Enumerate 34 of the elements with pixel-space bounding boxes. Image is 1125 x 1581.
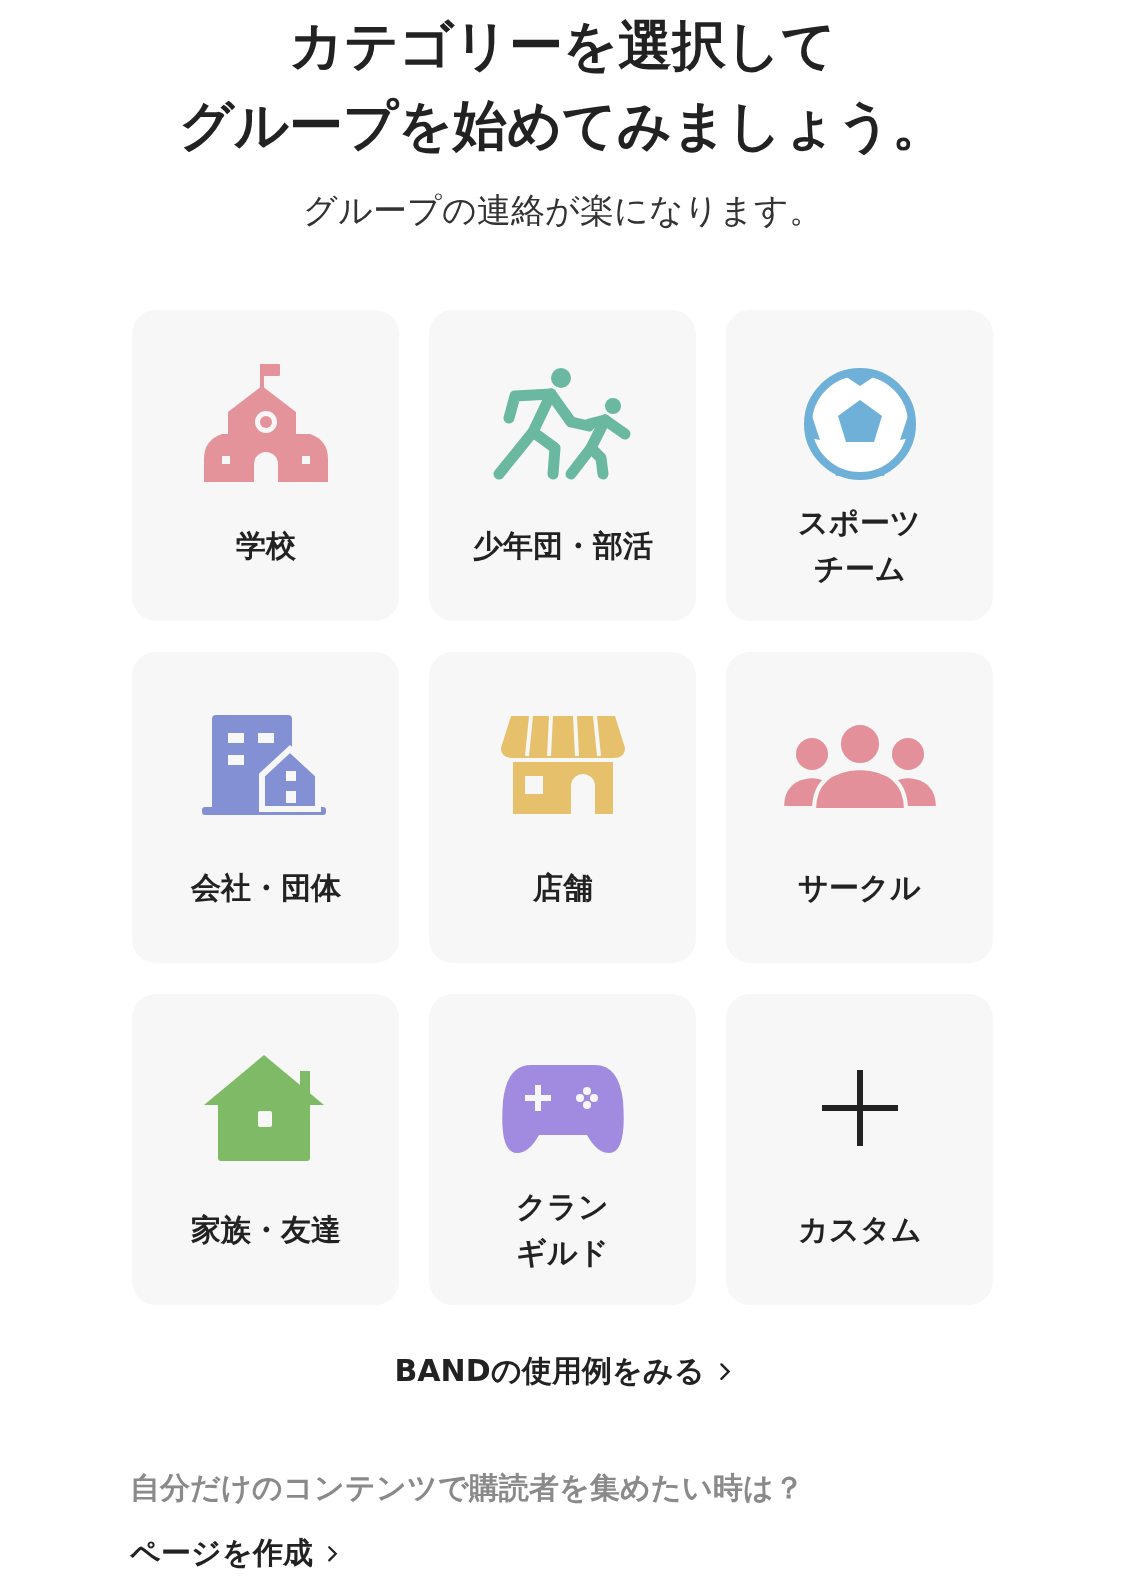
category-label: クラン	[516, 1187, 609, 1226]
page-title: カテゴリーを選択して	[289, 13, 836, 79]
school-icon	[201, 364, 330, 484]
examples-link[interactable]: BANDの使用例をみる	[388, 1345, 737, 1398]
chevron-right-icon	[327, 1544, 338, 1563]
subtitle: グループの連絡が楽になります。	[301, 189, 824, 232]
create-page-link[interactable]: ページを作成	[124, 1527, 344, 1580]
category-label: 学校	[235, 526, 296, 565]
category-card[interactable]: 学校	[132, 310, 399, 621]
chevron-right-icon	[718, 1361, 731, 1382]
category-card[interactable]: カスタム	[726, 994, 993, 1305]
category-card[interactable]: 店舗	[429, 652, 696, 963]
category-label: ギルド	[516, 1233, 609, 1272]
plus-icon[interactable]	[819, 1068, 900, 1148]
category-card[interactable]: スポーツ チーム	[726, 310, 993, 621]
category-card[interactable]: 会社・団体	[132, 652, 399, 963]
category-label: サークル	[798, 868, 921, 907]
category-label: 家族・友達	[190, 1210, 341, 1249]
category-label: カスタム	[797, 1210, 922, 1249]
category-label: スポーツ	[798, 503, 921, 542]
page-title: グループを始めてみましょう。	[179, 93, 946, 159]
people-icon	[781, 722, 938, 810]
category-card[interactable]: クラン ギルド	[429, 994, 696, 1305]
running-figures-icon	[492, 366, 633, 482]
page-prompt: 自分だけのコンテンツで購読者を集めたい時は？	[130, 1469, 805, 1507]
category-label: 会社・団体	[190, 868, 341, 907]
category-card[interactable]: 少年団・部活	[429, 310, 696, 621]
category-label: 店舗	[532, 868, 593, 907]
category-card[interactable]: サークル	[726, 652, 993, 963]
category-card[interactable]: 家族・友達	[132, 994, 399, 1305]
soccer-ball-icon	[801, 366, 918, 482]
storefront-icon	[500, 716, 625, 816]
category-label: チーム	[813, 549, 906, 588]
category-label: 少年団・部活	[472, 526, 653, 565]
